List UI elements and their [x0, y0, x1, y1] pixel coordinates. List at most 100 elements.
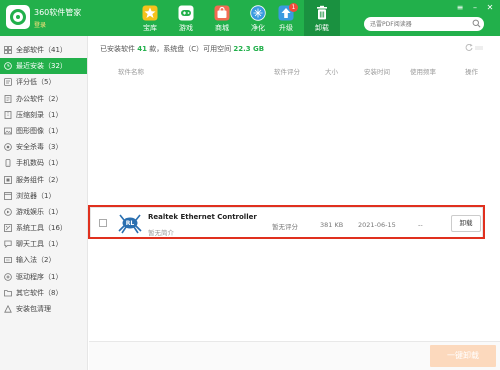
sidebar-item-label: 最近安装（32）	[16, 62, 67, 71]
nav-label: 商城	[215, 24, 229, 32]
grid-icon	[4, 46, 12, 54]
nav-uninstall[interactable]: 卸载	[304, 0, 340, 36]
sidebar-item-chat[interactable]: 聊天工具（1）	[0, 236, 87, 252]
title-bar: 360软件管家 登录 宝库 游戏 商城 净化 1 升级 卸载 迅雷PDF阅读器 …	[0, 0, 500, 36]
summary-middle: 款，系统盘（C）可用空间	[149, 45, 232, 53]
refresh-icon[interactable]	[463, 43, 485, 53]
install-summary: 已安装软件 41 款，系统盘（C）可用空间 22.3 GB	[100, 44, 264, 54]
column-header-name[interactable]: 软件名称	[118, 66, 144, 76]
sidebar-item-label: 办公软件（2）	[16, 94, 63, 103]
sidebar-item-compress[interactable]: 压缩刻录（1）	[0, 107, 87, 123]
column-header-size[interactable]: 大小	[325, 66, 338, 76]
sidebar-item-label: 服务组件（2）	[16, 175, 63, 184]
sidebar-item-label: 安全杀毒（3）	[16, 143, 63, 152]
summary-prefix: 已安装软件	[100, 45, 135, 53]
shield-icon	[4, 143, 12, 151]
driver-icon	[4, 272, 12, 281]
app-title: 360软件管家	[34, 8, 82, 17]
component-icon	[4, 175, 12, 184]
sidebar-item-graphics[interactable]: 图形图像（1）	[0, 123, 87, 139]
nav-store[interactable]: 商城	[204, 0, 240, 36]
sidebar-item-system-tools[interactable]: 系统工具（16）	[0, 220, 87, 236]
column-header-action: 操作	[465, 68, 478, 76]
sidebar-item-input-method[interactable]: 输入法（2）	[0, 252, 87, 268]
software-size: 381 KB	[320, 221, 344, 229]
nav-label: 宝库	[143, 24, 157, 32]
software-name: Realtek Ethernet Controller Driver	[148, 213, 259, 221]
sidebar-item-label: 安装包清理	[16, 305, 51, 313]
installed-count: 41	[137, 45, 147, 53]
login-link[interactable]: 登录	[34, 20, 46, 29]
cleanup-icon	[4, 305, 12, 313]
svg-text:RL: RL	[126, 220, 135, 227]
chat-icon	[4, 240, 12, 249]
image-icon	[4, 127, 12, 135]
sidebar-item-components[interactable]: 服务组件（2）	[0, 172, 87, 188]
sidebar-item-label: 评分低（5）	[16, 78, 56, 87]
game-icon	[4, 208, 12, 216]
nav-games[interactable]: 游戏	[168, 0, 204, 36]
menu-button[interactable]: ≡	[455, 3, 465, 12]
nav-label: 升级	[279, 24, 293, 32]
software-description: 暂无简介	[148, 229, 174, 237]
clock-icon	[4, 62, 12, 70]
sidebar-item-games[interactable]: 游戏娱乐（1）	[0, 204, 87, 220]
search-icon[interactable]	[472, 19, 481, 28]
column-header-frequency[interactable]: 使用频率	[410, 66, 436, 76]
sidebar-item-browser[interactable]: 浏览器（1）	[0, 188, 87, 204]
shopping-bag-icon	[214, 5, 230, 21]
sidebar-item-label: 浏览器（1）	[16, 191, 56, 200]
row-checkbox[interactable]	[99, 219, 107, 227]
sidebar-item-label: 手机数码（1）	[16, 159, 63, 168]
sidebar-item-security[interactable]: 安全杀毒（3）	[0, 139, 87, 155]
install-date: 2021-06-15	[358, 221, 396, 229]
sidebar-item-label: 游戏娱乐（1）	[16, 207, 63, 216]
sidebar-item-all[interactable]: 全部软件（41）	[0, 42, 87, 58]
app-logo	[6, 5, 30, 29]
sidebar-item-mobile[interactable]: 手机数码（1）	[0, 155, 87, 171]
sidebar-item-label: 压缩刻录（1）	[16, 110, 63, 119]
close-button[interactable]: ✕	[485, 3, 495, 12]
compress-icon	[4, 110, 12, 119]
category-sidebar: 全部软件（41） 最近安装（32） 评分低（5） 办公软件（2） 压缩刻录（1）…	[0, 36, 88, 370]
nav-label: 卸载	[315, 24, 329, 32]
sidebar-item-office[interactable]: 办公软件（2）	[0, 91, 87, 107]
sidebar-item-drivers[interactable]: 驱动程序（1）	[0, 269, 87, 285]
purify-icon	[250, 5, 266, 21]
sidebar-item-label: 系统工具（16）	[16, 224, 67, 233]
nav-label: 游戏	[179, 24, 193, 32]
usage-frequency: --	[418, 221, 423, 229]
column-header-install-date[interactable]: 安装时间	[364, 66, 390, 76]
sidebar-item-recent[interactable]: 最近安装（32）	[0, 58, 87, 75]
sidebar-item-other[interactable]: 其它软件（8）	[0, 285, 87, 301]
realtek-crab-icon: RL	[118, 214, 142, 234]
trash-icon	[317, 5, 327, 20]
sidebar-item-low-rating[interactable]: 评分低（5）	[0, 74, 87, 90]
star-icon	[142, 5, 158, 21]
keyboard-icon	[4, 257, 12, 264]
sidebar-item-label: 驱动程序（1）	[16, 272, 63, 281]
search-input[interactable]	[364, 17, 484, 31]
free-space: 22.3 GB	[233, 45, 265, 53]
phone-icon	[5, 159, 11, 168]
bulk-uninstall-button[interactable]: 一键卸载	[430, 345, 496, 367]
folder-icon	[4, 289, 12, 297]
update-count-badge: 1	[289, 3, 298, 12]
sidebar-item-label: 全部软件（41）	[16, 46, 67, 54]
browser-icon	[4, 191, 12, 200]
uninstall-button[interactable]: 卸载	[451, 215, 481, 232]
nav-upgrade[interactable]: 1 升级	[268, 0, 304, 36]
software-rating: 暂无评分	[272, 223, 298, 231]
sidebar-item-label: 聊天工具（1）	[16, 240, 63, 249]
nav-treasure[interactable]: 宝库	[132, 0, 168, 36]
sidebar-item-label: 图形图像（1）	[16, 126, 63, 135]
tools-icon	[4, 224, 12, 232]
gamepad-icon	[178, 5, 194, 21]
column-header-rating[interactable]: 软件评分	[274, 66, 300, 76]
sidebar-item-label: 输入法（2）	[16, 256, 56, 265]
thumbs-down-icon	[4, 78, 12, 87]
sidebar-item-package-cleanup[interactable]: 安装包清理	[0, 301, 87, 317]
minimize-button[interactable]: –	[470, 3, 480, 12]
document-icon	[4, 94, 12, 103]
sidebar-item-label: 其它软件（8）	[16, 288, 63, 297]
